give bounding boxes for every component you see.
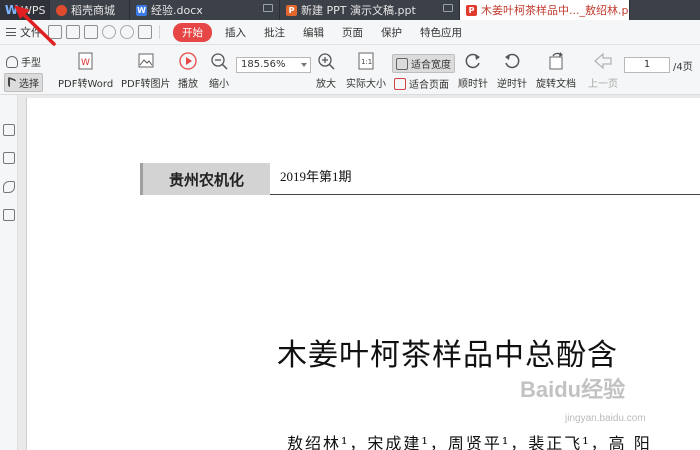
fit-page-icon — [394, 77, 406, 90]
rotate-clockwise-label: 顺时针 — [458, 79, 488, 90]
zoom-level-value: 185.56% — [241, 59, 286, 70]
pdf-to-word-label: PDF转Word — [58, 79, 114, 90]
tab-docer-store[interactable]: 稻壳商城 — [50, 0, 130, 20]
tab-annotate[interactable]: 批注 — [255, 25, 294, 40]
print-icon[interactable] — [84, 25, 98, 39]
tab-insert[interactable]: 插入 — [216, 25, 255, 40]
paper-authors: 敖绍林¹，宋成建¹，周贤平¹，裴正飞¹，高 阳 — [287, 434, 652, 450]
left-sidebar — [0, 95, 18, 450]
pdf-to-image-button[interactable]: PDF转图片 — [121, 51, 170, 90]
rotate-document-icon — [549, 52, 563, 70]
wps-logo-icon: W — [4, 3, 19, 17]
chevron-down-icon — [301, 63, 307, 67]
hamburger-icon — [6, 28, 16, 36]
rotate-counterclockwise-icon — [505, 53, 520, 69]
annotation-icon[interactable] — [3, 181, 15, 193]
page-number-input[interactable]: 1 — [624, 57, 670, 73]
tab-edit[interactable]: 编辑 — [294, 25, 333, 40]
zoom-level-select[interactable]: 185.56% — [236, 57, 311, 73]
tab-label: 木姜叶柯茶样品中..._敖绍林.pdf — [481, 4, 630, 17]
rotate-clockwise-icon — [465, 53, 480, 69]
pdf-icon: P — [466, 4, 477, 16]
zoom-out-icon — [211, 53, 228, 70]
pdf-to-image-label: PDF转图片 — [121, 79, 171, 90]
pdf-to-word-icon: W — [78, 52, 93, 70]
previous-page-button[interactable]: 上一页 — [588, 51, 618, 90]
page-total: /4页 — [673, 62, 693, 73]
actual-size-button[interactable]: 1:1 实际大小 — [346, 51, 386, 90]
rotate-clockwise-button[interactable]: 顺时针 — [458, 51, 488, 90]
journal-issue: 2019年第1期 — [280, 169, 352, 184]
open-folder-icon[interactable] — [48, 25, 62, 39]
undo-icon[interactable] — [102, 25, 116, 39]
fit-page-button[interactable]: 适合页面 — [394, 76, 449, 91]
zoom-in-button[interactable]: 放大 — [316, 51, 336, 90]
tab-label: 稻壳商城 — [71, 4, 115, 17]
tab-protect[interactable]: 保护 — [372, 25, 411, 40]
divider — [159, 25, 160, 39]
play-icon — [179, 52, 197, 70]
actual-size-label: 实际大小 — [346, 79, 386, 90]
tab-start[interactable]: 开始 — [173, 22, 212, 42]
zoom-out-label: 缩小 — [209, 79, 229, 90]
menu-bar: 文件 开始 插入 批注 编辑 页面 保护 特色应用 — [0, 20, 700, 45]
paper-title: 木姜叶柯茶样品中总酚含 — [277, 338, 618, 373]
rotate-counterclockwise-button[interactable]: 逆时针 — [497, 51, 527, 90]
tab-page[interactable]: 页面 — [333, 25, 372, 40]
monitor-icon[interactable] — [443, 4, 453, 12]
file-menu-label: 文件 — [20, 26, 42, 39]
svg-text:1:1: 1:1 — [361, 58, 372, 66]
arrow-left-icon — [594, 52, 612, 70]
tab-pdf-active[interactable]: P 木姜叶柯茶样品中..._敖绍林.pdf — [460, 0, 630, 20]
baidu-watermark-url: jingyan.baidu.com — [565, 413, 646, 424]
rotate-document-button[interactable]: 旋转文档 — [536, 51, 576, 90]
fit-width-icon — [396, 57, 408, 70]
title-bar: W WPS 稻壳商城 W 经验.docx P 新建 PPT 演示文稿.ppt P… — [0, 0, 700, 20]
zoom-in-label: 放大 — [316, 79, 336, 90]
thumbnail-icon[interactable] — [3, 152, 15, 164]
select-tool-label: 选择 — [19, 79, 39, 90]
header-rule — [270, 194, 700, 195]
tab-label: 新建 PPT 演示文稿.ppt — [301, 4, 416, 17]
rotate-document-label: 旋转文档 — [536, 79, 576, 90]
redo-icon[interactable] — [120, 25, 134, 39]
monitor-icon[interactable] — [263, 4, 273, 12]
journal-name: 贵州农机化 — [140, 163, 270, 195]
page-number-value: 1 — [643, 59, 651, 70]
zoom-in-icon — [318, 53, 335, 70]
pdf-to-image-icon — [138, 53, 154, 68]
rotate-counterclockwise-label: 逆时针 — [497, 79, 527, 90]
tab-special-features[interactable]: 特色应用 — [411, 25, 471, 40]
docer-icon — [56, 4, 67, 16]
format-painter-icon[interactable] — [138, 25, 152, 39]
tab-ppt[interactable]: P 新建 PPT 演示文稿.ppt — [280, 0, 460, 20]
select-tool-button[interactable]: 选择 — [4, 73, 43, 92]
tab-docx[interactable]: W 经验.docx — [130, 0, 280, 20]
zoom-out-button[interactable]: 缩小 — [209, 51, 229, 90]
cursor-icon — [8, 76, 16, 89]
word-doc-icon: W — [136, 4, 147, 16]
fit-width-button[interactable]: 适合宽度 — [392, 54, 455, 73]
previous-page-label: 上一页 — [588, 79, 618, 90]
outline-icon[interactable] — [3, 124, 15, 136]
fit-width-label: 适合宽度 — [411, 60, 451, 71]
hand-tool-label: 手型 — [21, 58, 41, 69]
fit-page-label: 适合页面 — [409, 80, 449, 91]
file-menu[interactable]: 文件 — [0, 24, 46, 40]
actual-size-icon: 1:1 — [358, 52, 374, 70]
tab-label: 经验.docx — [151, 4, 203, 17]
hand-icon — [6, 55, 18, 68]
play-label: 播放 — [178, 79, 198, 90]
pdf-to-word-button[interactable]: W PDF转Word — [58, 51, 113, 90]
svg-text:W: W — [81, 58, 90, 68]
save-icon[interactable] — [66, 25, 80, 39]
tab-wps[interactable]: W WPS — [0, 0, 50, 20]
baidu-watermark: Baidu经验 — [520, 377, 626, 402]
hand-tool-button[interactable]: 手型 — [6, 54, 41, 69]
attachment-icon[interactable] — [3, 209, 15, 221]
ribbon-toolbar: 手型 选择 W PDF转Word PDF转图片 播放 缩小 185.56% 放大… — [0, 45, 700, 95]
play-button[interactable]: 播放 — [178, 51, 198, 90]
ppt-icon: P — [286, 4, 297, 16]
tab-label: WPS — [21, 3, 46, 17]
